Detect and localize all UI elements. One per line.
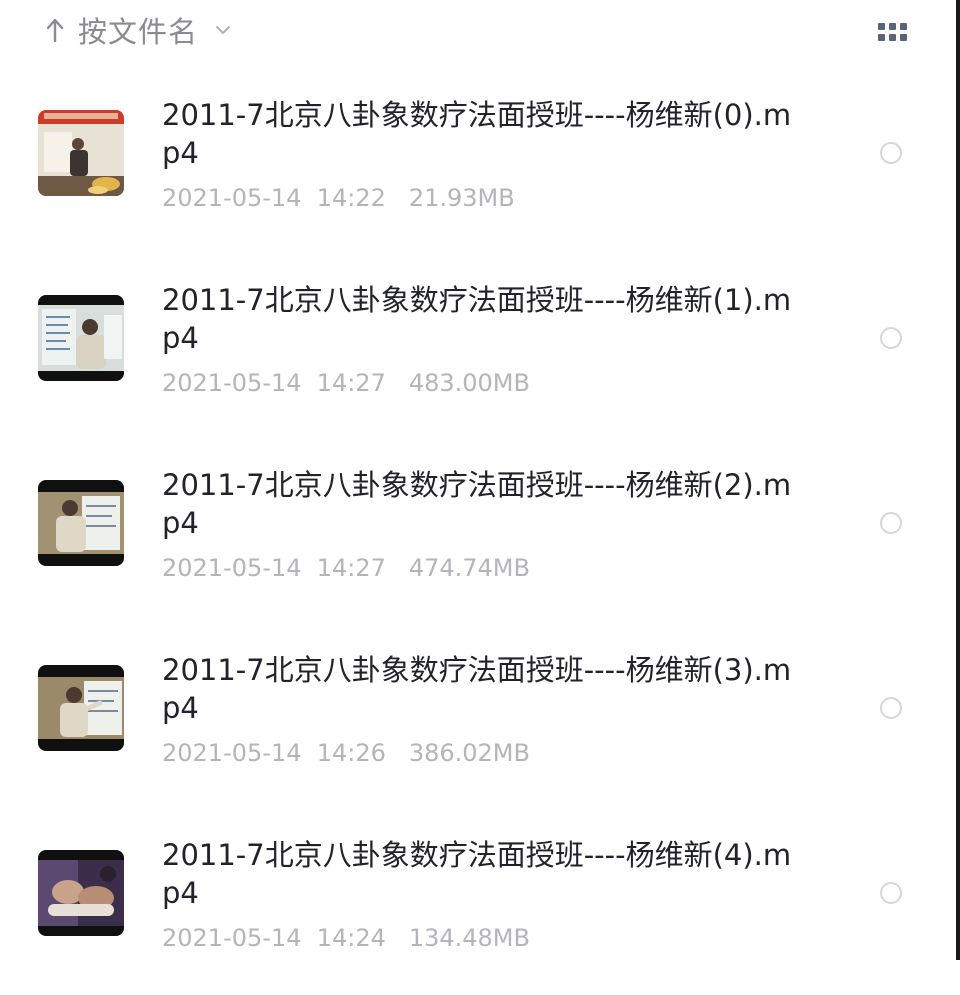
- file-date: 2021-05-14: [162, 184, 302, 212]
- file-row[interactable]: 2011-7北京八卦象数疗法面授班----杨维新(2).mp4 2021-05-…: [0, 440, 956, 625]
- file-row[interactable]: 2011-7北京八卦象数疗法面授班----杨维新(0).mp4 2021-05-…: [0, 70, 956, 255]
- file-meta: 2021-05-14 14:24 134.48MB: [162, 924, 530, 952]
- file-time: 14:26: [316, 739, 386, 767]
- file-time: 14:27: [316, 554, 386, 582]
- file-row[interactable]: 2011-7北京八卦象数疗法面授班----杨维新(1).mp4 2021-05-…: [0, 255, 956, 440]
- video-thumbnail-icon: [38, 665, 124, 751]
- video-thumbnail-icon: [38, 850, 124, 936]
- sort-bar: 按文件名: [0, 0, 956, 66]
- file-size: 134.48MB: [408, 924, 530, 952]
- window-edge: [956, 0, 960, 960]
- select-checkbox[interactable]: [880, 882, 902, 904]
- select-checkbox[interactable]: [880, 512, 902, 534]
- video-thumbnail-icon: [38, 480, 124, 566]
- file-meta: 2021-05-14 14:27 474.74MB: [162, 554, 530, 582]
- video-thumbnail-icon: [38, 110, 124, 196]
- file-size: 483.00MB: [408, 369, 530, 397]
- sort-by-name-button[interactable]: 按文件名: [44, 8, 232, 52]
- file-name: 2011-7北京八卦象数疗法面授班----杨维新(2).mp4: [162, 468, 792, 540]
- select-checkbox[interactable]: [880, 327, 902, 349]
- file-name: 2011-7北京八卦象数疗法面授班----杨维新(4).mp4: [162, 838, 792, 910]
- file-size: 21.93MB: [408, 184, 515, 212]
- arrow-up-icon: [46, 18, 64, 43]
- grid-icon[interactable]: [876, 20, 910, 44]
- file-time: 14:24: [316, 924, 386, 952]
- file-size: 474.74MB: [408, 554, 530, 582]
- chevron-down-icon: [216, 26, 231, 34]
- video-thumbnail-icon: [38, 295, 124, 381]
- file-meta: 2021-05-14 14:26 386.02MB: [162, 739, 530, 767]
- file-date: 2021-05-14: [162, 739, 302, 767]
- file-time: 14:27: [316, 369, 386, 397]
- file-row[interactable]: 2011-7北京八卦象数疗法面授班----杨维新(3).mp4 2021-05-…: [0, 625, 956, 810]
- file-meta: 2021-05-14 14:22 21.93MB: [162, 184, 515, 212]
- file-date: 2021-05-14: [162, 369, 302, 397]
- file-name: 2011-7北京八卦象数疗法面授班----杨维新(0).mp4: [162, 98, 792, 170]
- file-time: 14:22: [316, 184, 386, 212]
- file-date: 2021-05-14: [162, 554, 302, 582]
- select-checkbox[interactable]: [880, 142, 902, 164]
- select-checkbox[interactable]: [880, 697, 902, 719]
- file-name: 2011-7北京八卦象数疗法面授班----杨维新(3).mp4: [162, 653, 792, 725]
- file-size: 386.02MB: [408, 739, 530, 767]
- file-row[interactable]: 2011-7北京八卦象数疗法面授班----杨维新(4).mp4 2021-05-…: [0, 810, 956, 995]
- file-meta: 2021-05-14 14:27 483.00MB: [162, 369, 530, 397]
- file-list: 2011-7北京八卦象数疗法面授班----杨维新(0).mp4 2021-05-…: [0, 70, 956, 995]
- file-name: 2011-7北京八卦象数疗法面授班----杨维新(1).mp4: [162, 283, 792, 355]
- sort-label: 按文件名: [78, 15, 199, 49]
- file-date: 2021-05-14: [162, 924, 302, 952]
